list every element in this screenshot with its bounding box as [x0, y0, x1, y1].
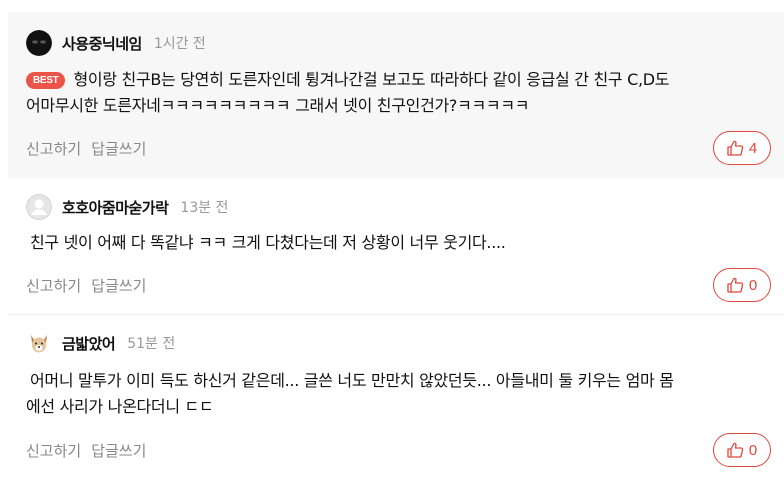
comment-actions: 신고하기 답글쓰기 — [26, 138, 156, 159]
like-button[interactable]: 0 — [713, 268, 771, 302]
divider — [8, 314, 784, 315]
comment-line: 친구 넷이 어째 다 똑같냐 ㅋㅋ 크게 다쳤다는데 저 상황이 너무 웃기다.… — [30, 233, 506, 252]
comment-item-best: 사용중닉네임 1시간 전 BEST 형이랑 친구B는 당연히 도른자인데 튕겨나간… — [8, 12, 784, 178]
like-count: 4 — [748, 139, 758, 157]
reply-button[interactable]: 답글쓰기 — [91, 138, 146, 159]
comment-actions: 신고하기 답글쓰기 — [26, 440, 156, 461]
timestamp: 13분 전 — [180, 200, 229, 216]
comment-text: 어머니 말투가 이미 득도 하신거 같은데... 글쓴 너도 만만치 않았던듯.… — [26, 368, 774, 420]
avatar[interactable] — [26, 30, 52, 56]
comment-line: BEST 형이랑 친구B는 당연히 도른자인데 튕겨나간걸 보고도 따라하다 같이… — [26, 67, 774, 93]
reply-button[interactable]: 답글쓰기 — [91, 440, 146, 461]
timestamp: 1시간 전 — [153, 36, 206, 52]
reply-button[interactable]: 답글쓰기 — [91, 275, 146, 296]
comment-item: 금밟았어 51분 전 어머니 말투가 이미 득도 하신거 같은데... 글쓴 너… — [8, 316, 784, 486]
comment-line: 어머니 말투가 이미 득도 하신거 같은데... 글쓴 너도 만만치 않았던듯.… — [30, 371, 674, 390]
nickname[interactable]: 금밟았어 — [62, 333, 116, 354]
nickname[interactable]: 호호아줌마숟가락 — [62, 197, 169, 218]
like-count: 0 — [748, 441, 758, 459]
avatar[interactable] — [26, 330, 52, 356]
black-mask-avatar-icon — [26, 30, 52, 56]
thumbs-up-icon — [727, 277, 744, 293]
best-badge: BEST — [26, 72, 66, 89]
thumbs-up-icon — [727, 140, 744, 156]
comment-line-text: 형이랑 친구B는 당연히 도른자인데 튕겨나간걸 보고도 따라하다 같이 응급실… — [73, 70, 670, 89]
comment-header: 사용중닉네임 1시간 전 — [26, 30, 206, 56]
comment-text: BEST 형이랑 친구B는 당연히 도른자인데 튕겨나간걸 보고도 따라하다 같이… — [26, 67, 774, 119]
report-button[interactable]: 신고하기 — [26, 138, 81, 159]
like-button[interactable]: 4 — [713, 131, 771, 165]
comment-item: 호호아줌마숟가락 13분 전 친구 넷이 어째 다 똑같냐 ㅋㅋ 크게 다쳤다는… — [8, 180, 784, 314]
default-user-avatar-icon — [26, 194, 52, 220]
report-button[interactable]: 신고하기 — [26, 440, 81, 461]
thumbs-up-icon — [727, 442, 744, 458]
dog-avatar-icon — [26, 330, 52, 356]
comment-header: 금밟았어 51분 전 — [26, 330, 175, 356]
like-button[interactable]: 0 — [713, 433, 771, 467]
like-count: 0 — [748, 276, 758, 294]
nickname[interactable]: 사용중닉네임 — [62, 33, 142, 54]
report-button[interactable]: 신고하기 — [26, 275, 81, 296]
comment-actions: 신고하기 답글쓰기 — [26, 275, 156, 296]
comment-header: 호호아줌마숟가락 13분 전 — [26, 194, 228, 220]
timestamp: 51분 전 — [127, 336, 176, 352]
comment-line: 어마무시한 도른자네ㅋㅋㅋㅋㅋㅋㅋㅋㅋ 그래서 넷이 친구인건가?ㅋㅋㅋㅋㅋ — [26, 96, 530, 115]
comment-line: 에선 사리가 나온다더니 ㄷㄷ — [26, 397, 214, 416]
avatar[interactable] — [26, 194, 52, 220]
comment-text: 친구 넷이 어째 다 똑같냐 ㅋㅋ 크게 다쳤다는데 저 상황이 너무 웃기다.… — [30, 230, 774, 256]
